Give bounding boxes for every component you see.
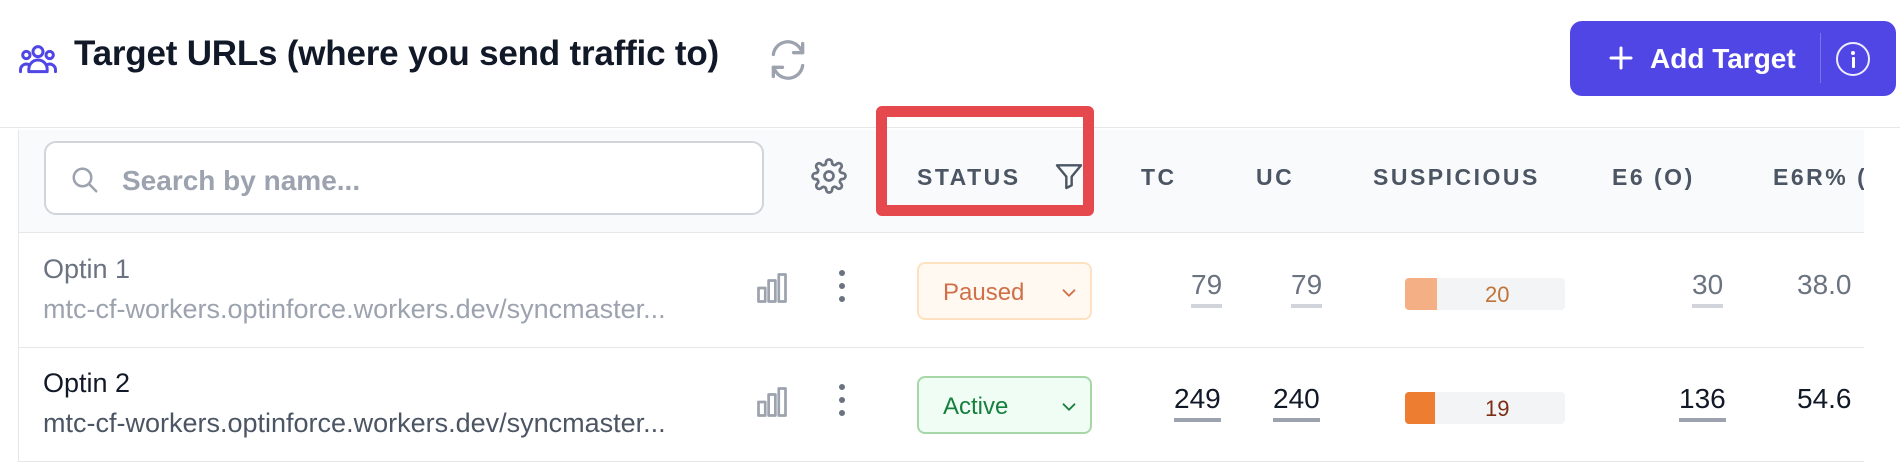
button-divider [1820,33,1821,83]
search-placeholder: Search by name... [122,165,361,196]
page-title: Target URLs (where you send traffic to) [74,34,719,73]
search-input[interactable]: Search by name... [44,141,764,215]
highlight-box [876,106,1094,216]
e6r-value: 38.0 [1797,269,1852,300]
add-target-button[interactable]: Add Target [1570,21,1896,96]
target-name: Optin 1 [43,254,131,284]
plus-icon [1609,46,1633,70]
target-name: Optin 2 [43,368,131,398]
suspicious-value: 19 [1485,396,1510,421]
bar-chart-icon[interactable] [754,384,790,420]
column-header-uc[interactable]: UC [1256,164,1294,191]
e6-value[interactable]: 30 [1692,268,1724,308]
status-value: Paused [943,279,1025,306]
target-url: mtc-cf-workers.optinforce.workers.dev/sy… [43,408,666,438]
suspicious-fill [1405,278,1437,310]
chevron-down-icon [1062,403,1076,411]
status-select[interactable]: Paused [917,262,1092,320]
tc-value[interactable]: 79 [1191,268,1223,308]
suspicious-fill [1405,392,1435,424]
bar-chart-icon[interactable] [754,270,790,306]
more-options-icon[interactable] [836,268,848,304]
chevron-down-icon [1062,289,1076,297]
table-row[interactable]: Optin 2 mtc-cf-workers.optinforce.worker… [19,348,1864,462]
more-options-icon[interactable] [836,382,848,418]
status-select[interactable]: Active [917,376,1092,434]
refresh-icon[interactable] [766,38,810,82]
column-header-e6r[interactable]: E6R% ( [1773,164,1864,191]
suspicious-meter: 19 [1405,392,1565,424]
column-header-e6[interactable]: E6 (O) [1612,164,1695,191]
suspicious-value: 20 [1485,282,1510,307]
search-icon [72,167,98,193]
gear-icon[interactable] [811,158,847,194]
uc-value[interactable]: 79 [1291,268,1323,308]
e6r-value: 54.6 [1797,383,1852,414]
info-icon[interactable] [1836,42,1870,76]
table-row[interactable]: Optin 1 mtc-cf-workers.optinforce.worker… [19,234,1864,348]
column-header-tc[interactable]: TC [1141,164,1177,191]
add-target-label: Add Target [1650,43,1796,74]
e6-value[interactable]: 136 [1679,382,1726,422]
tc-value[interactable]: 249 [1174,382,1221,422]
status-value: Active [943,393,1009,420]
suspicious-meter: 20 [1405,278,1565,310]
target-url: mtc-cf-workers.optinforce.workers.dev/sy… [43,294,666,324]
users-icon [18,45,58,74]
column-header-suspicious[interactable]: SUSPICIOUS [1373,164,1540,191]
uc-value[interactable]: 240 [1273,382,1320,422]
